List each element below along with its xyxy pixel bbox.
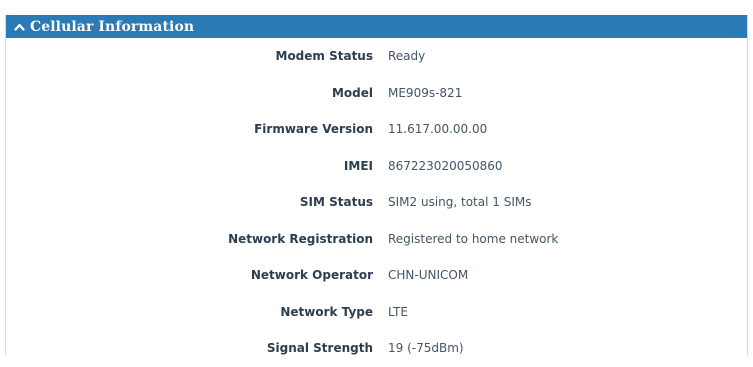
sim-status-value: SIM2 using, total 1 SIMs (388, 195, 532, 210)
chevron-up-icon[interactable] (12, 20, 26, 34)
network-operator-label: Network Operator (250, 268, 373, 283)
row-network-registration: Network Registration Registered to home … (6, 221, 747, 258)
row-model: Model ME909s-821 (6, 75, 747, 112)
firmware-version-label: Firmware Version (254, 122, 373, 137)
model-value: ME909s-821 (388, 85, 463, 100)
row-network-type: Network Type LTE (6, 294, 747, 331)
network-operator-value: CHN-UNICOM (388, 268, 469, 283)
imei-value: 867223020050860 (388, 158, 503, 173)
network-type-value: LTE (388, 304, 408, 319)
network-registration-value: Registered to home network (388, 231, 559, 246)
row-signal-strength: Signal Strength 19 (-75dBm) (6, 330, 747, 367)
section-title: Cellular Information (30, 18, 195, 35)
modem-status-label: Modem Status (275, 49, 374, 64)
signal-strength-value: 19 (-75dBm) (388, 341, 464, 356)
imei-label: IMEI (343, 158, 373, 173)
row-imei: IMEI 867223020050860 (6, 148, 747, 185)
network-registration-label: Network Registration (228, 231, 373, 246)
modem-status-value: Ready (388, 49, 426, 64)
network-type-label: Network Type (280, 304, 373, 319)
row-sim-status: SIM Status SIM2 using, total 1 SIMs (6, 184, 747, 221)
sim-status-label: SIM Status (299, 195, 373, 210)
cellular-information-header[interactable]: Cellular Information (6, 15, 747, 38)
info-rows: Modem Status Ready Model ME909s-821 Firm… (6, 38, 747, 367)
firmware-version-value: 11.617.00.00.00 (388, 122, 488, 137)
row-modem-status: Modem Status Ready (6, 38, 747, 75)
row-firmware-version: Firmware Version 11.617.00.00.00 (6, 111, 747, 148)
model-label: Model (331, 85, 373, 100)
cellular-information-panel: Cellular Information Modem Status Ready … (5, 15, 748, 355)
row-network-operator: Network Operator CHN-UNICOM (6, 257, 747, 294)
signal-strength-label: Signal Strength (266, 341, 373, 356)
